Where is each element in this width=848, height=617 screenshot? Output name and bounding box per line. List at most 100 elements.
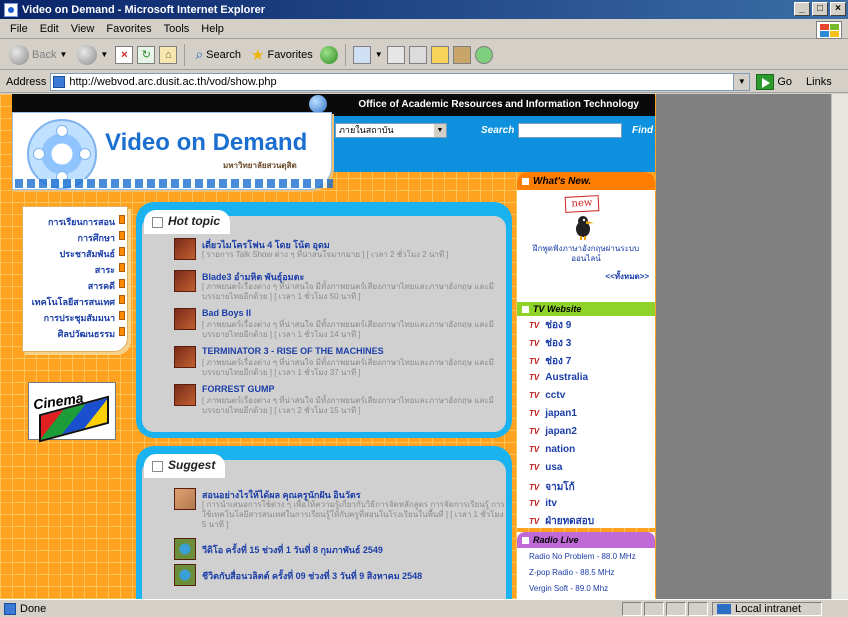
hot-topic-heading: Hot topic xyxy=(144,210,230,234)
video-thumbnail[interactable] xyxy=(174,564,196,586)
tv-icon: TV xyxy=(529,373,540,382)
tv-link[interactable]: TV ฝ่ายทดสอบ xyxy=(529,514,594,529)
tv-link[interactable]: TV cctv xyxy=(529,390,565,401)
whats-new-box: What's New. new ฝึกพูดฟังภาษาอังกฤษผ่านร… xyxy=(517,172,655,302)
cinema-banner[interactable]: Cinema xyxy=(28,382,116,443)
back-button[interactable]: Back ▼ xyxy=(6,43,70,67)
left-menu-item[interactable]: สารคดี xyxy=(88,279,115,293)
video-thumbnail[interactable] xyxy=(174,346,196,368)
left-menu: การเรียนการสอน การศึกษา ประชาสัมพันธ์ สา… xyxy=(22,206,128,352)
tv-link[interactable]: TV Australia xyxy=(529,372,588,383)
menu-bullet-icon xyxy=(119,311,125,320)
tv-link[interactable]: TV ช่อง 3 xyxy=(529,336,571,351)
mail-icon[interactable] xyxy=(352,45,371,64)
forward-button[interactable]: ▼ xyxy=(74,43,111,67)
maximize-button[interactable]: □ xyxy=(812,2,828,16)
toolbar-separator xyxy=(344,43,346,66)
menu-tools[interactable]: Tools xyxy=(158,23,196,35)
back-dropdown-icon[interactable]: ▼ xyxy=(59,50,67,59)
tv-link[interactable]: TV japan2 xyxy=(529,426,577,437)
video-thumbnail[interactable] xyxy=(174,270,196,292)
item-description: [ ภาพยนตร์เรื่องต่าง ๆ ที่น่าสนใจ มีทั้ง… xyxy=(202,358,494,377)
menu-edit[interactable]: Edit xyxy=(34,23,65,35)
suggest-heading: Suggest xyxy=(144,454,226,478)
tv-link[interactable]: TV ช่อง 9 xyxy=(529,318,571,333)
menu-file[interactable]: File xyxy=(4,23,34,35)
left-menu-item[interactable]: การศึกษา xyxy=(78,231,116,245)
radio-link[interactable]: Radio No Problem - 88.0 MHz xyxy=(529,552,636,561)
tv-link[interactable]: TV ช่อง 7 xyxy=(529,354,571,369)
refresh-icon[interactable]: ↻ xyxy=(137,45,156,64)
video-thumbnail[interactable] xyxy=(174,308,196,330)
left-menu-item[interactable]: เทคโนโลยีสารสนเทศ xyxy=(32,295,115,309)
site-logo[interactable]: Video on Demand มหาวิทยาลัยสวนดุสิต xyxy=(12,112,333,190)
back-arrow-icon xyxy=(9,44,29,65)
forward-dropdown-icon[interactable]: ▼ xyxy=(100,50,108,59)
menu-help[interactable]: Help xyxy=(195,23,230,35)
whats-new-more-link[interactable]: <<ทั้งหมด>> xyxy=(605,270,649,283)
menu-view[interactable]: View xyxy=(65,23,101,35)
video-thumbnail[interactable] xyxy=(174,238,196,260)
left-menu-item[interactable]: การเรียนการสอน xyxy=(48,215,115,229)
logo-title: Video on Demand xyxy=(105,129,308,156)
home-icon[interactable]: ⌂ xyxy=(159,45,178,64)
video-thumbnail[interactable] xyxy=(174,538,196,560)
toolbar: Back ▼ ▼ × ↻ ⌂ ⌕ Search ★ Favorites ▼ xyxy=(0,40,848,70)
menu-bullet-icon xyxy=(119,327,125,336)
video-thumbnail[interactable] xyxy=(174,488,196,510)
stop-icon[interactable]: × xyxy=(115,45,134,64)
item-title[interactable]: Bad Boys II xyxy=(202,308,251,318)
item-title[interactable]: ชีวิตกับสื่อนวลิตต์ ครั้งที่ 09 ช่วงที่ … xyxy=(202,569,422,583)
address-input[interactable]: http://webvod.arc.dusit.ac.th/vod/show.p… xyxy=(50,72,751,91)
search-scope-select[interactable]: ภายในสถาบัน ▼ xyxy=(335,123,447,138)
search-button[interactable]: ⌕ Search xyxy=(192,43,244,67)
left-menu-item[interactable]: ศิลปวัฒนธรรม xyxy=(58,327,115,341)
item-description: [ ภาพยนตร์เรื่องต่าง ๆ ที่น่าสนใจ มีทั้ง… xyxy=(202,320,494,339)
menu-favorites[interactable]: Favorites xyxy=(100,23,157,35)
left-menu-item[interactable]: สาระ xyxy=(95,263,115,277)
item-description: [ การนำเสนอการใช้ต่าง ๆ เพื่อให้ความรู้เ… xyxy=(202,500,505,529)
address-label: Address xyxy=(6,75,47,88)
tv-link[interactable]: TV japan1 xyxy=(529,408,577,419)
favorites-button[interactable]: ★ Favorites xyxy=(248,43,316,67)
find-button[interactable]: Find xyxy=(632,125,653,136)
menu-bullet-icon xyxy=(119,295,125,304)
film-strip xyxy=(15,179,333,188)
minimize-button[interactable]: _ xyxy=(794,2,810,16)
ie-icon xyxy=(4,2,18,17)
tv-icon: TV xyxy=(529,463,540,472)
discuss-icon[interactable] xyxy=(430,45,449,64)
edit-icon[interactable] xyxy=(408,45,427,64)
radio-live-box: Radio Live Radio No Problem - 88.0 MHz Z… xyxy=(517,532,655,599)
address-url: http://webvod.arc.dusit.ac.th/vod/show.p… xyxy=(69,75,277,88)
forward-arrow-icon xyxy=(77,44,98,65)
tv-link[interactable]: TV itv xyxy=(529,498,557,509)
tv-link[interactable]: TV nation xyxy=(529,444,575,455)
radio-link[interactable]: Z-pop Radio - 88.5 MHz xyxy=(529,568,614,577)
left-menu-item[interactable]: การประชุมสัมมนา xyxy=(44,311,115,325)
go-button[interactable]: Go xyxy=(756,73,792,90)
radio-link[interactable]: Vergin Soft - 89.0 Mhz xyxy=(529,584,608,593)
item-title[interactable]: TERMINATOR 3 - RISE OF THE MACHINES xyxy=(202,346,384,356)
print-icon[interactable] xyxy=(386,45,405,64)
close-button[interactable]: × xyxy=(830,2,846,16)
vertical-scrollbar[interactable] xyxy=(831,94,848,599)
left-menu-item[interactable]: ประชาสัมพันธ์ xyxy=(59,247,115,261)
video-thumbnail[interactable] xyxy=(174,384,196,406)
status-cell xyxy=(666,601,686,616)
star-icon: ★ xyxy=(251,46,265,64)
item-title[interactable]: วีดิโอ ครั้งที่ 15 ช่วงที่ 1 วันที่ 8 กุ… xyxy=(202,543,383,557)
address-bar: Address http://webvod.arc.dusit.ac.th/vo… xyxy=(0,71,848,93)
address-dropdown-icon[interactable]: ▼ xyxy=(733,73,750,90)
mail-dropdown-icon[interactable]: ▼ xyxy=(375,50,383,59)
research-icon[interactable] xyxy=(452,45,471,64)
tv-link[interactable]: TV usa xyxy=(529,462,562,473)
tv-link[interactable]: TV จามโก้ xyxy=(529,480,575,495)
item-title[interactable]: FORREST GUMP xyxy=(202,384,275,394)
whats-new-link[interactable]: ฝึกพูดฟังภาษาอังกฤษผ่านระบบออนไลน์ xyxy=(523,244,649,264)
search-input[interactable] xyxy=(518,123,622,138)
links-toolbar[interactable]: Links xyxy=(806,76,832,88)
messenger-icon[interactable] xyxy=(474,45,493,64)
menu-bullet-icon xyxy=(119,231,125,240)
media-icon[interactable] xyxy=(319,45,338,64)
